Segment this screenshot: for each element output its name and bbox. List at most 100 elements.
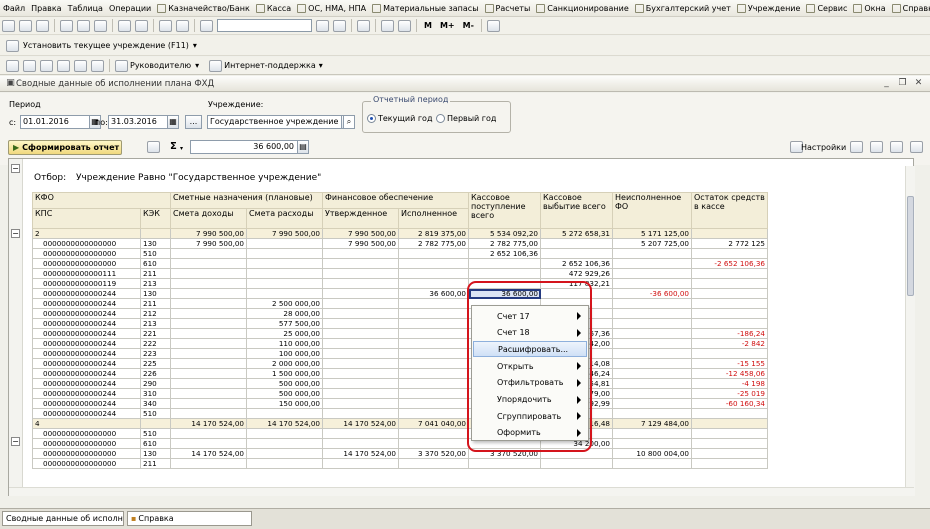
table-cell[interactable]: 0000000000000244 bbox=[32, 388, 141, 399]
table-cell[interactable] bbox=[691, 288, 768, 299]
table-row[interactable]: 0000000000000000 211 bbox=[32, 458, 768, 469]
memory-subtract-button[interactable]: M- bbox=[463, 21, 474, 30]
table-cell[interactable] bbox=[691, 318, 768, 329]
table-cell[interactable] bbox=[322, 338, 399, 349]
table-cell[interactable]: 0000000000000000 bbox=[32, 248, 141, 259]
table-cell[interactable]: 5 171 125,00 bbox=[612, 228, 692, 239]
table-cell[interactable]: 130 bbox=[140, 288, 171, 299]
table-cell[interactable]: 14 170 524,00 bbox=[246, 418, 323, 429]
table-row[interactable]: 0000000000000000 130 7 990 500,00 7 990 500… bbox=[32, 238, 768, 249]
menu-item[interactable]: Расчеты bbox=[482, 1, 534, 16]
table-row[interactable]: 0000000000000244 310 500 000,00 79,00 -25 01… bbox=[32, 388, 768, 399]
sum-mode-icon[interactable]: ▾ bbox=[180, 145, 183, 152]
horizontal-scrollbar[interactable] bbox=[9, 487, 914, 496]
memory-add-button[interactable]: M+ bbox=[440, 21, 455, 30]
vertical-scrollbar[interactable] bbox=[905, 166, 915, 496]
calendar-icon[interactable] bbox=[23, 59, 36, 72]
table-cell[interactable] bbox=[246, 448, 323, 459]
table-row[interactable]: 0000000000000000 510 2 652 106,36 bbox=[32, 248, 768, 259]
dropdown-arrow-icon[interactable]: ▾ bbox=[319, 61, 323, 70]
calendar-icon[interactable] bbox=[381, 19, 394, 32]
table-cell[interactable]: 510 bbox=[140, 248, 171, 259]
table-cell[interactable] bbox=[398, 318, 469, 329]
table-cell[interactable] bbox=[246, 408, 323, 419]
table-cell[interactable] bbox=[170, 458, 247, 469]
table-row[interactable]: 0000000000000244 221 25 000,00 67,36 -186,24 bbox=[32, 328, 768, 339]
table-cell[interactable]: 2 772 125 bbox=[691, 238, 768, 249]
table-cell[interactable]: 213 bbox=[140, 318, 171, 329]
table-cell[interactable] bbox=[170, 248, 247, 259]
table-cell[interactable] bbox=[691, 278, 768, 289]
table-cell[interactable] bbox=[246, 278, 323, 289]
table-cell[interactable] bbox=[246, 238, 323, 249]
memory-button[interactable]: M bbox=[424, 21, 432, 30]
table-cell[interactable]: -2 652 106,36 bbox=[691, 258, 768, 269]
table-row[interactable]: 4 14 170 524,00 14 170 524,00 14 170 524,00… bbox=[32, 418, 768, 429]
table-cell[interactable] bbox=[612, 428, 692, 439]
table-cell[interactable]: 28 000,00 bbox=[246, 308, 323, 319]
table-cell[interactable]: 1 500 000,00 bbox=[246, 368, 323, 379]
table-cell[interactable]: 211 bbox=[140, 298, 171, 309]
table-cell[interactable] bbox=[612, 308, 692, 319]
table-cell[interactable] bbox=[246, 268, 323, 279]
table-cell[interactable]: 310 bbox=[140, 388, 171, 399]
print-icon[interactable] bbox=[118, 19, 131, 32]
cut-icon[interactable] bbox=[60, 19, 73, 32]
table-cell[interactable]: 14 170 524,00 bbox=[322, 448, 399, 459]
table-cell[interactable] bbox=[691, 298, 768, 309]
table-cell[interactable]: 2 500 000,00 bbox=[246, 298, 323, 309]
table-cell[interactable] bbox=[246, 438, 323, 449]
table-cell[interactable] bbox=[612, 268, 692, 279]
menu-item[interactable]: Материальные запасы bbox=[369, 1, 481, 16]
table-cell[interactable]: 221 bbox=[140, 328, 171, 339]
table-cell[interactable] bbox=[398, 248, 469, 259]
table-cell[interactable] bbox=[322, 438, 399, 449]
table-row[interactable]: 0000000000000244 226 1 500 000,00 46,24 -12 … bbox=[32, 368, 768, 379]
menu-item[interactable]: Правка bbox=[28, 1, 64, 16]
table-cell[interactable]: 14 170 524,00 bbox=[170, 418, 247, 429]
table-cell[interactable]: 510 bbox=[140, 408, 171, 419]
table-cell[interactable]: 0000000000000244 bbox=[32, 358, 141, 369]
tools-icon[interactable] bbox=[486, 19, 500, 32]
table-cell[interactable]: 610 bbox=[140, 258, 171, 269]
redo-icon[interactable] bbox=[176, 19, 189, 32]
set-institution-button[interactable]: Установить текущее учреждение (F11) bbox=[23, 41, 189, 50]
table-cell[interactable]: 0000000000000244 bbox=[32, 408, 141, 419]
minimize-icon[interactable]: _ bbox=[881, 79, 892, 89]
table-cell[interactable] bbox=[691, 418, 768, 429]
table-cell[interactable] bbox=[398, 348, 469, 359]
generate-report-button[interactable]: ▶ Сформировать отчет bbox=[8, 140, 122, 155]
table-row[interactable]: 0000000000000244 290 500 000,00 54,81 -4 198 bbox=[32, 378, 768, 389]
table-cell[interactable] bbox=[398, 368, 469, 379]
table-row[interactable]: 27 990 500,00 7 990 500,00 7 990 500,00 2 8… bbox=[32, 228, 768, 239]
table-cell[interactable] bbox=[612, 388, 692, 399]
table-cell[interactable] bbox=[691, 438, 768, 449]
find-next-icon[interactable] bbox=[316, 19, 329, 32]
table-cell[interactable]: 0000000000000000 bbox=[32, 438, 141, 449]
menu-item[interactable]: Справка bbox=[889, 1, 930, 16]
table-cell[interactable] bbox=[612, 408, 692, 419]
help-icon[interactable] bbox=[890, 141, 903, 153]
table-cell[interactable] bbox=[322, 278, 399, 289]
table-cell[interactable] bbox=[612, 278, 692, 289]
table-cell[interactable]: 0000000000000119 bbox=[32, 278, 141, 289]
table-cell[interactable]: 0000000000000244 bbox=[32, 318, 141, 329]
table-cell[interactable]: 14 170 524,00 bbox=[170, 448, 247, 459]
table-cell[interactable] bbox=[170, 438, 247, 449]
table-cell[interactable]: 7 990 500,00 bbox=[322, 238, 399, 249]
table-row[interactable]: 0000000000000244 510 bbox=[32, 408, 768, 419]
table-cell[interactable]: 0000000000000244 bbox=[32, 368, 141, 379]
table-cell[interactable] bbox=[398, 398, 469, 409]
table-cell[interactable]: 5 207 725,00 bbox=[612, 238, 692, 249]
grid-icon[interactable] bbox=[6, 59, 19, 72]
table-cell[interactable]: 7 990 500,00 bbox=[246, 228, 323, 239]
table-cell[interactable]: 0000000000000244 bbox=[32, 288, 141, 299]
table-cell[interactable]: -60 160,34 bbox=[691, 398, 768, 409]
new-document-icon[interactable] bbox=[2, 19, 15, 32]
table-cell[interactable] bbox=[540, 248, 613, 259]
table-cell[interactable]: 2 782 775,00 bbox=[398, 238, 469, 249]
table-cell[interactable]: 0000000000000244 bbox=[32, 298, 141, 309]
table-cell[interactable] bbox=[612, 398, 692, 409]
table-cell[interactable] bbox=[170, 368, 247, 379]
menu-item[interactable]: Казначейство/Банк bbox=[154, 1, 253, 16]
